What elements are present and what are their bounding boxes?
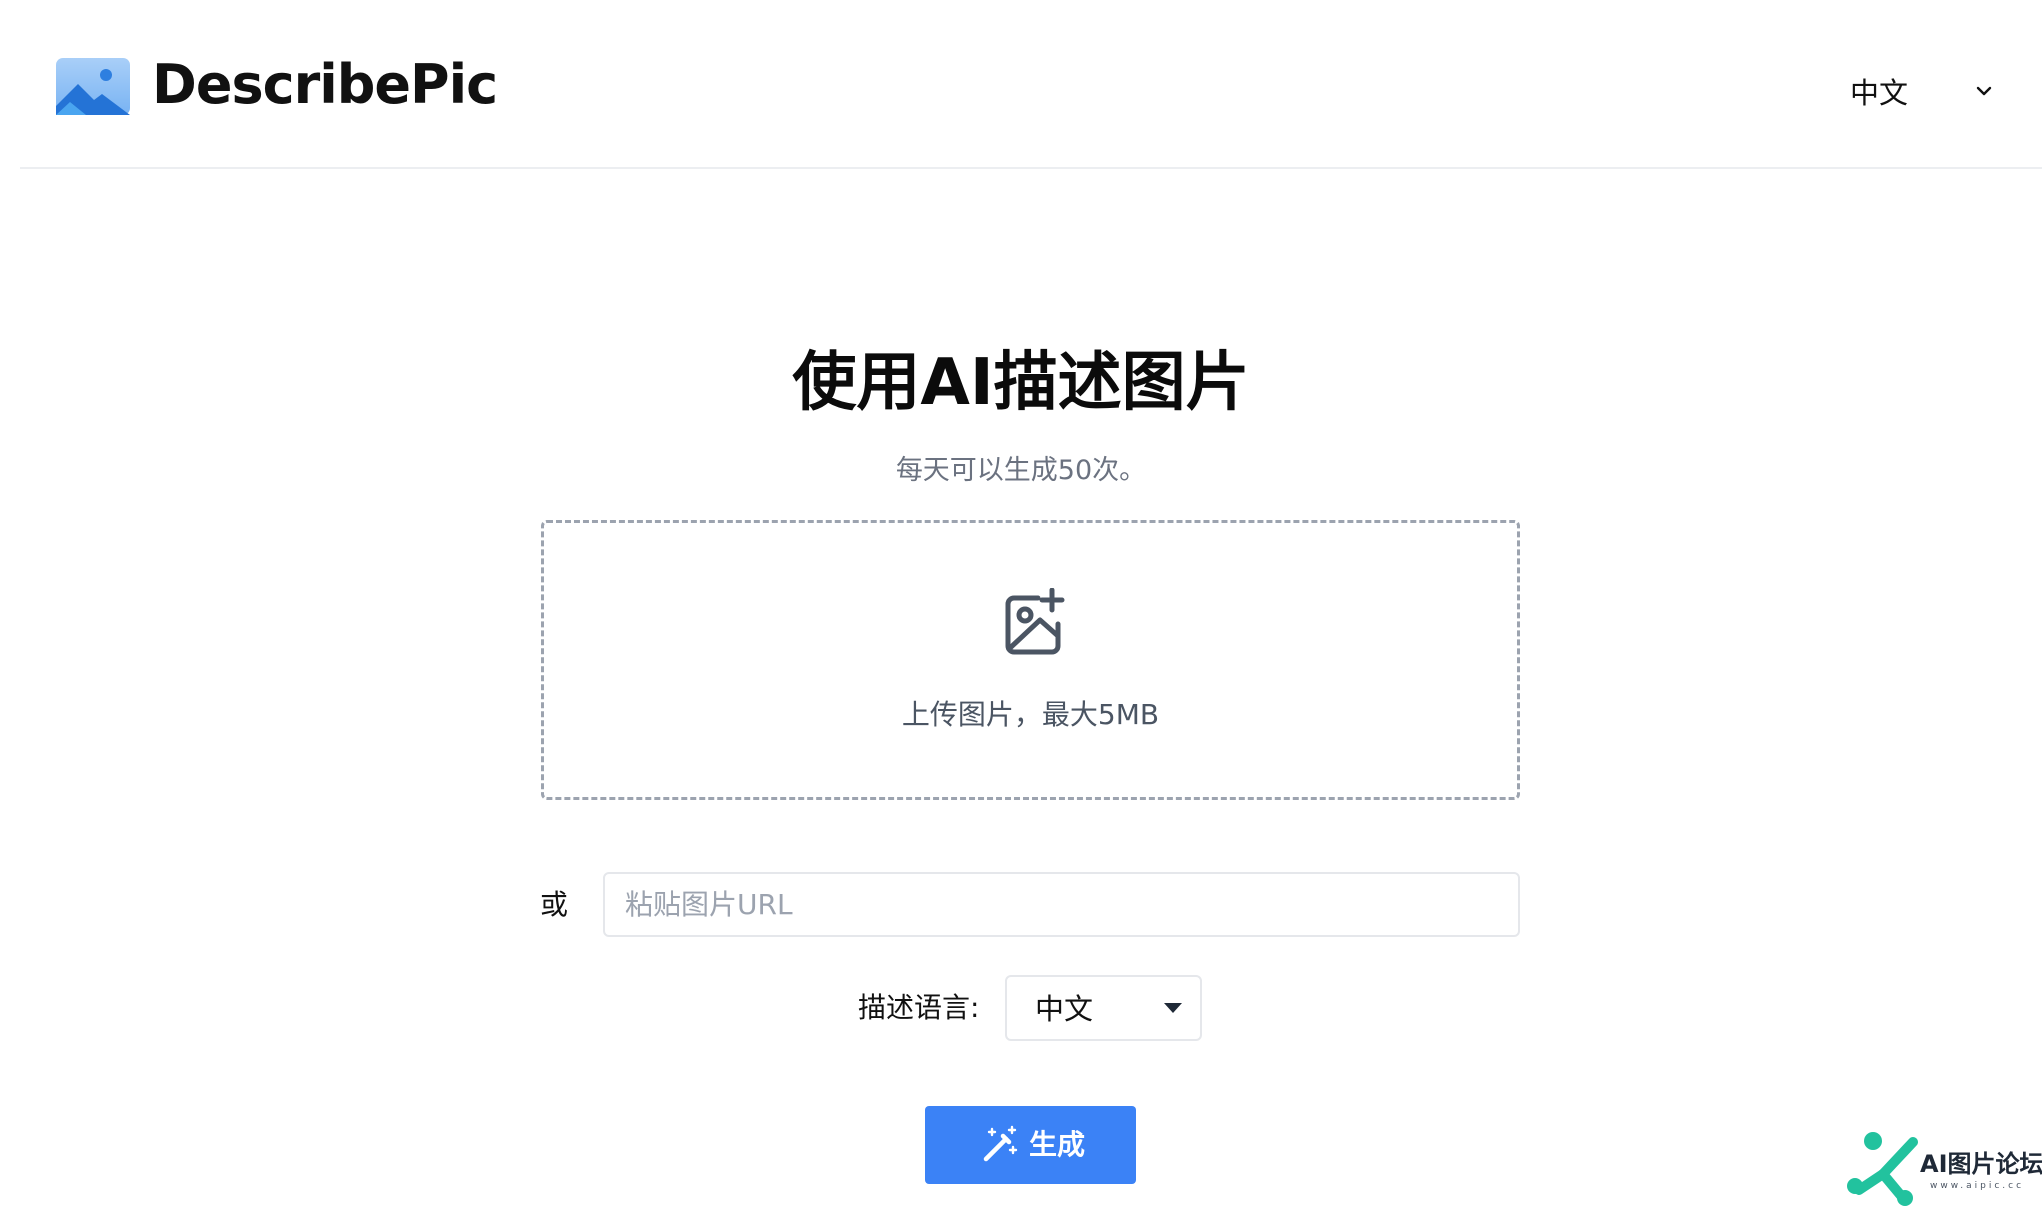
page-title: 使用AI描述图片	[792, 346, 1250, 420]
upload-label: 上传图片，最大5MB	[901, 698, 1160, 731]
generate-button-label: 生成	[1029, 1129, 1086, 1160]
language-switcher-label: 中文	[1850, 76, 1909, 110]
generate-button[interactable]: 生成	[925, 1106, 1136, 1184]
site-header: DescribePic 中文	[20, 0, 2042, 169]
description-language-label: 描述语言:	[858, 991, 980, 1024]
image-url-input[interactable]	[603, 872, 1520, 937]
page-subtitle: 每天可以生成50次。	[895, 455, 1147, 486]
description-language-select[interactable]: 中文	[1005, 975, 1202, 1041]
image-plus-icon	[1005, 588, 1065, 655]
or-label: 或	[540, 888, 569, 921]
watermark-url: www.aipic.cc	[1930, 1181, 2025, 1191]
watermark-logo-icon	[1847, 1132, 1918, 1206]
language-switcher[interactable]: 中文	[1850, 66, 2000, 116]
image-upload-dropzone[interactable]: 上传图片，最大5MB	[541, 520, 1520, 800]
brand-name[interactable]: DescribePic	[152, 50, 498, 120]
chevron-down-icon	[1976, 86, 1992, 96]
caret-down-icon	[1164, 1003, 1182, 1013]
watermark-text: AI图片论坛	[1920, 1150, 2042, 1178]
magic-wand-icon	[983, 1125, 1018, 1162]
description-language-value: 中文	[1035, 992, 1094, 1026]
image-mountain-icon[interactable]	[56, 58, 130, 115]
